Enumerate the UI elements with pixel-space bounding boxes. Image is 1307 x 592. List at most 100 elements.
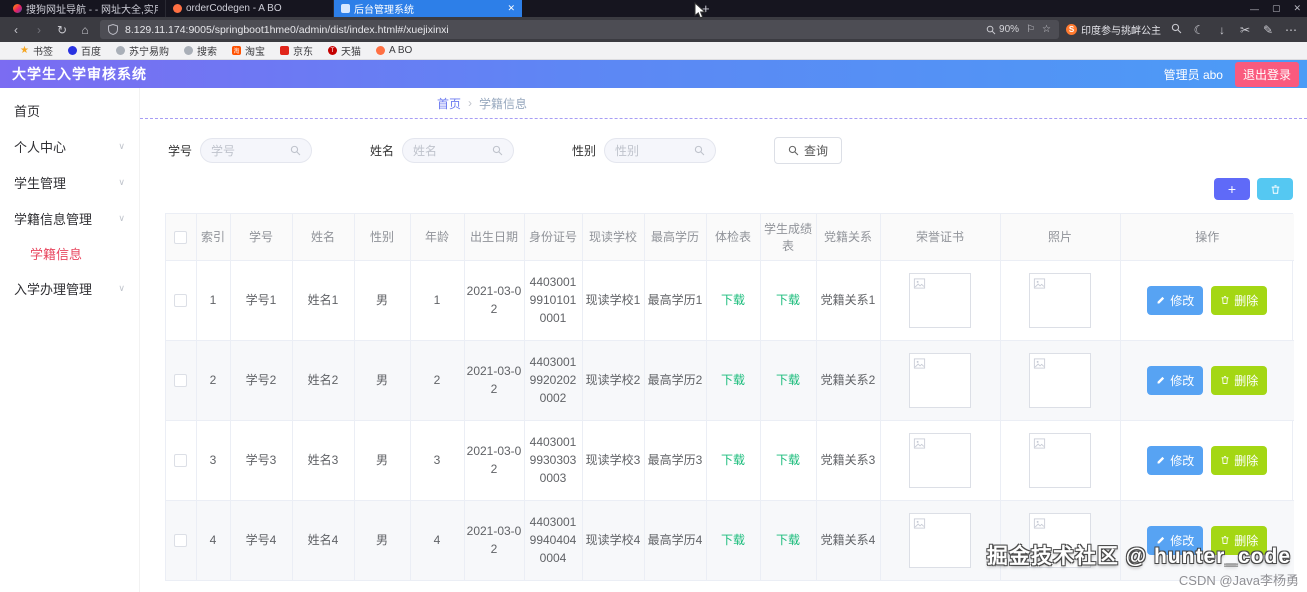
close-icon[interactable]: ✕: [1293, 3, 1301, 14]
cell-gender: 男: [354, 260, 411, 341]
honor-image-placeholder[interactable]: [909, 352, 971, 408]
news-extension-button[interactable]: S 印度参与挑衅公主: [1066, 22, 1161, 37]
browser-tab-sogou[interactable]: 搜狗网址导航 - - 网址大全,实用网址: [6, 0, 166, 17]
query-button[interactable]: 查询: [774, 137, 843, 164]
bookmark-search[interactable]: 搜索: [183, 43, 217, 58]
checkup-download-link[interactable]: 下载: [721, 373, 745, 387]
row-checkbox[interactable]: [174, 454, 188, 468]
cell-honor: [880, 340, 1001, 421]
photo-image-placeholder[interactable]: [1029, 272, 1091, 328]
sidebar-item-xueji-info[interactable]: 学籍信息: [0, 236, 139, 270]
taobao-favicon-icon: 淘: [231, 46, 241, 55]
honor-image-placeholder[interactable]: [909, 432, 971, 488]
zoom-indicator[interactable]: 90%: [986, 24, 1019, 35]
logout-button[interactable]: 退出登录: [1234, 61, 1299, 87]
bookmark-taobao[interactable]: 淘淘宝: [231, 43, 265, 58]
sidebar-item-personal-center[interactable]: 个人中心 ∨: [0, 128, 139, 164]
cell-checkup: 下载: [706, 500, 761, 581]
checkup-download-link[interactable]: 下载: [721, 453, 745, 467]
edit-button[interactable]: 修改: [1147, 285, 1204, 315]
search-field-student-no: 学号 学号: [168, 138, 313, 163]
cell-index: 2: [196, 340, 231, 421]
sidebar-item-student-management[interactable]: 学生管理 ∨: [0, 164, 139, 200]
checkup-download-link[interactable]: 下载: [721, 533, 745, 547]
gender-input[interactable]: 性别: [604, 138, 717, 163]
tab-close-icon[interactable]: ✕: [507, 3, 515, 14]
cell-party: 党籍关系2: [816, 340, 881, 421]
cell-photo: [1000, 260, 1121, 341]
cell-age: 3: [410, 420, 465, 501]
add-button[interactable]: +: [1214, 178, 1250, 200]
bookmark-jd[interactable]: 京东: [279, 43, 313, 58]
cell-id_no: 440300199404040004: [524, 500, 583, 581]
bookmark-tmall[interactable]: T 天猫: [327, 43, 361, 58]
broken-image-icon: [913, 517, 926, 529]
home-icon[interactable]: ⌂: [77, 24, 93, 36]
minimize-icon[interactable]: —: [1250, 4, 1259, 14]
name-input[interactable]: 姓名: [402, 138, 515, 163]
search-field-name: 姓名 姓名: [370, 138, 515, 163]
student-no-input[interactable]: 学号: [200, 138, 313, 163]
sidebar-item-enrollment-management[interactable]: 入学办理管理 ∨: [0, 270, 139, 306]
photo-image-placeholder[interactable]: [1029, 352, 1091, 408]
browser-tab-ordercodegen[interactable]: orderCodegen - A BO: [166, 0, 334, 17]
sidebar-item-xueji-management[interactable]: 学籍信息管理 ∨: [0, 200, 139, 236]
honor-image-placeholder[interactable]: [909, 272, 971, 328]
bookmarks-menu[interactable]: ★ 书签: [20, 43, 53, 58]
site-info-shield-icon[interactable]: [108, 24, 118, 35]
night-mode-icon[interactable]: ☾: [1191, 24, 1207, 36]
edit-button[interactable]: 修改: [1147, 445, 1204, 475]
select-all-checkbox[interactable]: [174, 230, 188, 244]
ordercodegen-favicon-icon: [173, 4, 182, 13]
admin-favicon-icon: [341, 4, 350, 13]
checkup-download-link[interactable]: 下载: [721, 293, 745, 307]
admin-user-label[interactable]: 管理员 abo: [1164, 66, 1223, 83]
bookmark-star-icon[interactable]: ☆: [1042, 24, 1051, 35]
batch-delete-button[interactable]: [1257, 178, 1293, 200]
score-download-link[interactable]: 下载: [776, 293, 800, 307]
sidebar-item-home[interactable]: 首页: [0, 92, 139, 128]
column-header: 年龄: [410, 214, 465, 261]
trash-icon: [1221, 456, 1229, 464]
back-icon[interactable]: ‹: [8, 24, 24, 36]
more-tools-icon[interactable]: ⋯: [1283, 24, 1299, 36]
row-checkbox[interactable]: [174, 374, 188, 388]
score-download-link[interactable]: 下载: [776, 453, 800, 467]
input-search-icon: [492, 145, 503, 156]
edit-button[interactable]: 修改: [1147, 365, 1204, 395]
checkbox-cell: [166, 340, 197, 421]
bookmark-baidu[interactable]: 百度: [67, 43, 101, 58]
delete-button[interactable]: 删除: [1211, 365, 1268, 395]
reader-flag-icon[interactable]: ⚐: [1026, 24, 1035, 35]
delete-button[interactable]: 删除: [1211, 445, 1268, 475]
app-header: 大学生入学审核系统 管理员 abo 退出登录: [0, 60, 1307, 88]
highlight-pen-icon[interactable]: ✎: [1260, 24, 1276, 36]
row-checkbox[interactable]: [174, 534, 188, 548]
forward-icon[interactable]: ›: [31, 24, 47, 36]
broken-image-icon: [1033, 517, 1046, 529]
score-download-link[interactable]: 下载: [776, 533, 800, 547]
cell-party: 党籍关系4: [816, 500, 881, 581]
reload-icon[interactable]: ↻: [54, 24, 70, 36]
browser-tab-admin-active[interactable]: 后台管理系统 ✕: [334, 0, 522, 17]
bookmark-abo[interactable]: A BO: [375, 45, 412, 56]
bookmark-suning[interactable]: 苏宁易购: [115, 43, 169, 58]
downloads-icon[interactable]: ↓: [1214, 24, 1230, 36]
table-header-row: 索引 学号 姓名 性别 年龄 出生日期 身份证号 现读学校 最高学历 体检表 学生成绩表 党籍关系 荣誉…: [166, 214, 1294, 261]
delete-button[interactable]: 删除: [1211, 285, 1268, 315]
cell-party: 党籍关系3: [816, 420, 881, 501]
search-icon[interactable]: [1168, 23, 1184, 36]
column-header: 党籍关系: [816, 214, 881, 261]
honor-image-placeholder[interactable]: [909, 512, 971, 568]
address-bar[interactable]: 8.129.11.174:9005/springboot1hme0/admin/…: [100, 20, 1059, 39]
cell-student_no: 学号1: [230, 260, 293, 341]
screenshot-scissors-icon[interactable]: ✂: [1237, 24, 1253, 36]
score-download-link[interactable]: 下载: [776, 373, 800, 387]
maximize-icon[interactable]: ▢: [1272, 3, 1281, 14]
sidebar: 首页 个人中心 ∨ 学生管理 ∨ 学籍信息管理 ∨ 学籍信息 入学办理管理 ∨: [0, 88, 140, 592]
photo-image-placeholder[interactable]: [1029, 432, 1091, 488]
breadcrumb-home-link[interactable]: 首页: [437, 95, 461, 112]
row-checkbox[interactable]: [174, 294, 188, 308]
broken-image-icon: [1033, 357, 1046, 369]
column-header: 体检表: [706, 214, 761, 261]
